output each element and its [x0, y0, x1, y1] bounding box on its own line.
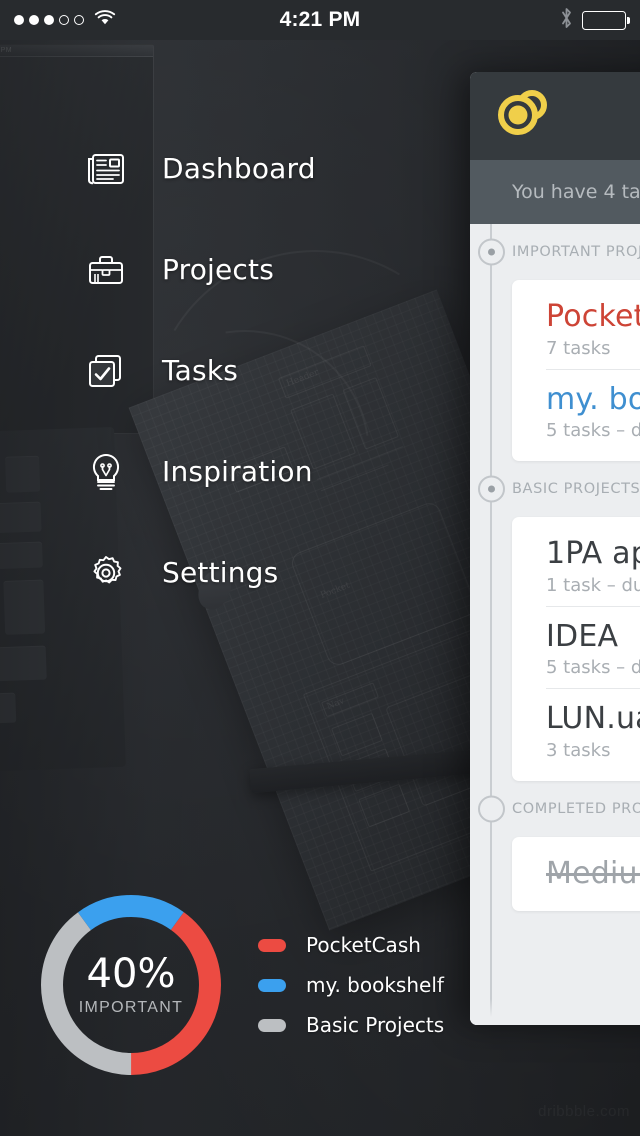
- sidebar-item-label: Inspiration: [162, 455, 313, 488]
- sidebar-item-label: Dashboard: [162, 152, 316, 185]
- sidebar-item-dashboard[interactable]: Dashboard: [0, 118, 470, 219]
- section-header: IMPORTANT PROJECTS: [470, 224, 640, 280]
- donut-percent-value: 40%: [86, 950, 176, 997]
- legend-swatch-blue: [258, 978, 286, 992]
- section-header: BASIC PROJECTS: [470, 461, 640, 517]
- project-name: 1PA app: [546, 536, 640, 572]
- sidebar-item-label: Settings: [162, 556, 279, 589]
- section-title: IMPORTANT PROJECTS: [512, 244, 640, 260]
- panel-bottom-fade: [470, 999, 640, 1025]
- legend-label: my. bookshelf: [306, 973, 444, 997]
- project-meta: 5 tasks – due: [546, 420, 640, 442]
- section-header: COMPLETED PROJECTS: [470, 781, 640, 837]
- lightbulb-icon: [82, 448, 130, 496]
- status-bar: 4:21 PM: [0, 0, 640, 40]
- legend-item-bookshelf: my. bookshelf: [258, 965, 444, 1005]
- newspaper-icon: [82, 145, 130, 193]
- gear-icon: [82, 549, 130, 597]
- sidebar-item-label: Tasks: [162, 354, 239, 387]
- project-card[interactable]: PocketCash 7 tasks my. bookshelf 5 tasks…: [512, 280, 640, 462]
- project-name: my. bookshelf: [546, 381, 640, 417]
- chart-legend: PocketCash my. bookshelf Basic Projects: [258, 925, 444, 1045]
- project-name: PocketCash: [546, 299, 640, 334]
- tasks-today-banner: You have 4 tasks today: [470, 160, 640, 224]
- briefcase-icon: [82, 246, 130, 294]
- section-title: BASIC PROJECTS: [512, 481, 640, 498]
- project-meta: 1 task – due: [546, 574, 640, 596]
- legend-swatch-gray: [258, 1018, 286, 1032]
- legend-label: PocketCash: [306, 933, 421, 957]
- section-completed-projects: COMPLETED PROJECTS Medium: [470, 781, 640, 911]
- project-name: LUN.ua: [546, 701, 640, 737]
- project-card[interactable]: 1PA app 1 task – due IDEA 5 tasks – due …: [512, 517, 640, 781]
- timeline-marker-filled: [478, 238, 505, 266]
- legend-swatch-red: [258, 938, 286, 952]
- donut-center-label: IMPORTANT: [78, 998, 184, 1016]
- sidebar-item-projects[interactable]: Projects: [0, 219, 470, 320]
- legend-item-pocketcash: PocketCash: [258, 925, 444, 965]
- legend-item-basic: Basic Projects: [258, 1005, 444, 1045]
- project-name: IDEA: [546, 618, 619, 654]
- panel-header: [470, 72, 640, 160]
- project-meta: 5 tasks – due: [546, 657, 640, 679]
- project-name: Medium: [546, 855, 640, 891]
- projects-panel[interactable]: You have 4 tasks today IMPORTANT PROJECT…: [470, 72, 640, 1025]
- checkbox-stack-icon: [82, 347, 130, 395]
- section-title: COMPLETED PROJECTS: [512, 800, 640, 817]
- list-item[interactable]: Medium: [512, 843, 640, 901]
- sidebar-item-tasks[interactable]: Tasks: [0, 320, 470, 421]
- timeline-marker-empty: [478, 795, 505, 823]
- battery-icon: [582, 10, 630, 30]
- list-item[interactable]: PocketCash 7 tasks: [512, 286, 640, 369]
- project-meta: 3 tasks: [546, 739, 611, 761]
- panel-body: IMPORTANT PROJECTS PocketCash 7 tasks my…: [470, 224, 640, 1025]
- list-item[interactable]: my. bookshelf 5 tasks – due: [512, 368, 640, 452]
- sidebar-item-label: Projects: [162, 253, 274, 286]
- sidebar-item-inspiration[interactable]: Inspiration: [0, 421, 470, 522]
- sidebar-item-settings[interactable]: Settings: [0, 522, 470, 623]
- status-bar-clock: 4:21 PM: [279, 8, 361, 31]
- legend-label: Basic Projects: [306, 1013, 445, 1037]
- project-meta: 7 tasks: [546, 337, 611, 359]
- app-logo-icon[interactable]: [494, 85, 552, 147]
- donut-center-text: 40% IMPORTANT: [36, 890, 226, 1080]
- project-card[interactable]: Medium: [512, 836, 640, 911]
- section-basic-projects: BASIC PROJECTS 1PA app 1 task – due IDEA…: [470, 461, 640, 781]
- list-item[interactable]: IDEA 5 tasks – due: [512, 605, 640, 689]
- watermark: dribbble.com: [538, 1103, 630, 1120]
- list-item[interactable]: LUN.ua 3 tasks: [512, 688, 640, 771]
- important-projects-chart: 40% IMPORTANT PocketCash my. bookshelf B…: [36, 890, 444, 1080]
- sidebar-menu: Dashboard Projects Tasks Inspiration Set…: [0, 40, 470, 623]
- app-screen: Wed 17:45 PM: [0, 0, 640, 1136]
- section-important-projects: IMPORTANT PROJECTS PocketCash 7 tasks my…: [470, 224, 640, 462]
- donut-chart: 40% IMPORTANT: [36, 890, 226, 1080]
- timeline-marker-filled: [478, 475, 505, 503]
- list-item[interactable]: 1PA app 1 task – due: [512, 523, 640, 606]
